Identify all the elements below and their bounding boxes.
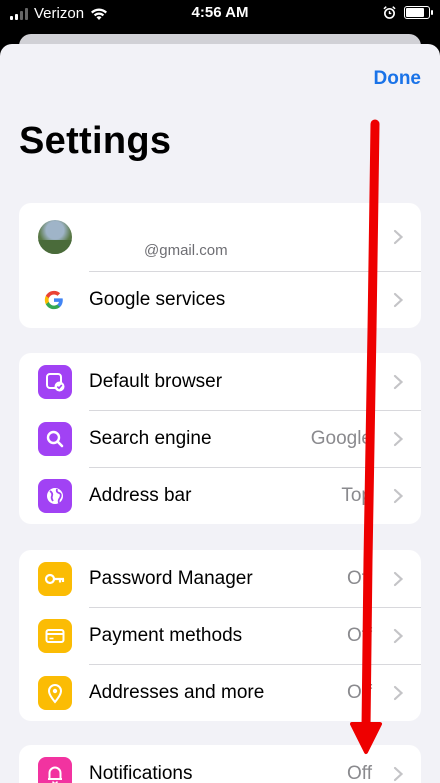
settings-item-default-browser[interactable]: Default browser [19, 353, 421, 410]
chevron-right-icon [393, 628, 404, 643]
battery-icon [404, 6, 433, 19]
status-time: 4:56 AM [191, 4, 249, 21]
alarm-clock-icon [383, 6, 396, 19]
done-button[interactable]: Done [374, 68, 422, 90]
settings-item-label: Notifications [89, 762, 193, 783]
settings-item-label: Search engine [89, 427, 212, 449]
settings-item-search-engine[interactable]: Search engine Google [19, 410, 421, 467]
settings-item-value: Google [310, 427, 372, 449]
settings-item-address-bar[interactable]: Address bar Top [19, 467, 421, 524]
account-group: @gmail.com Google services [19, 203, 421, 328]
browser-group: Default browser Search engine Google Add… [19, 353, 421, 524]
chevron-right-icon [393, 685, 404, 700]
notifications-group: Notifications Off [19, 745, 421, 783]
settings-item-label: Address bar [89, 484, 192, 506]
settings-item-password-manager[interactable]: Password Manager Off [19, 550, 421, 607]
settings-item-label: Google services [89, 288, 226, 310]
settings-item-value: Off [347, 567, 372, 589]
chevron-right-icon [393, 571, 404, 586]
status-bar: Verizon 4:56 AM [0, 0, 440, 28]
credit-card-icon [38, 619, 72, 653]
settings-item-addresses[interactable]: Addresses and more Off [19, 664, 421, 721]
location-pin-icon [38, 676, 72, 710]
settings-item-value: Top [341, 484, 372, 506]
default-browser-icon [38, 365, 72, 399]
settings-item-value: Off [347, 762, 372, 783]
settings-item-label: Default browser [89, 370, 223, 392]
key-icon [38, 562, 72, 596]
search-icon [38, 422, 72, 456]
autofill-group: Password Manager Off Payment methods Off… [19, 550, 421, 721]
chevron-right-icon [393, 766, 404, 781]
chevron-right-icon [393, 374, 404, 389]
chevron-right-icon [393, 292, 404, 307]
page-title: Settings [19, 120, 172, 162]
chevron-right-icon [393, 488, 404, 503]
settings-item-notifications[interactable]: Notifications Off [19, 745, 421, 783]
chevron-right-icon [393, 229, 404, 245]
settings-item-value: Off [347, 624, 372, 646]
settings-item-label: Password Manager [89, 567, 253, 589]
google-g-icon [44, 290, 63, 310]
account-row[interactable]: @gmail.com [19, 203, 421, 271]
settings-item-payment-methods[interactable]: Payment methods Off [19, 607, 421, 664]
settings-item-google-services[interactable]: Google services [19, 271, 421, 328]
account-email: @gmail.com [144, 242, 228, 259]
bell-icon [38, 757, 72, 783]
avatar [38, 220, 72, 254]
globe-icon [38, 479, 72, 513]
settings-sheet: Done Settings @gmail.com Google services… [0, 44, 440, 783]
settings-item-label: Addresses and more [89, 681, 265, 703]
settings-item-value: Off [347, 681, 372, 703]
chevron-right-icon [393, 431, 404, 446]
status-right [383, 6, 433, 19]
settings-item-label: Payment methods [89, 624, 243, 646]
